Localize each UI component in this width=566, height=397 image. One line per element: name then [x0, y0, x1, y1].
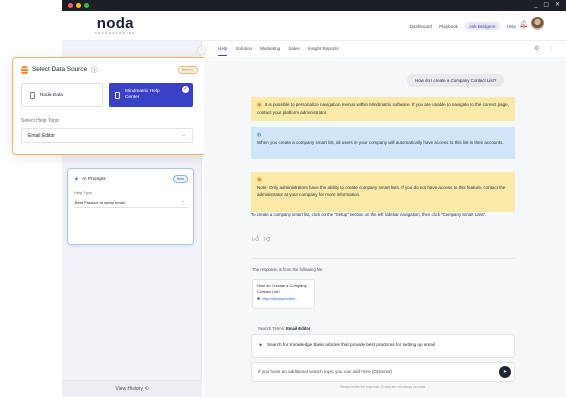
- help-type-label: Help Type: [74, 190, 92, 195]
- close-window-dot[interactable]: [68, 3, 73, 8]
- more-options-icon[interactable]: ⋮: [548, 45, 554, 52]
- database-icon: [21, 65, 28, 74]
- search-terms-label: Search Terms:: [258, 326, 285, 331]
- help-topic-value: Email Editor: [28, 133, 55, 139]
- help-type-value: Best Practice to setup email: [75, 200, 125, 205]
- data-source-option-noda[interactable]: Noda Data: [21, 83, 103, 107]
- prompt-box[interactable]: ✦ Search for Knowledge Base articles tha…: [251, 334, 515, 358]
- help-type-select[interactable]: Best Practice to setup email ⌄: [74, 197, 188, 208]
- sparkle-icon: ✦: [74, 176, 80, 183]
- user-question-bubble: How do I create a Company Contact List?: [407, 74, 505, 87]
- nav-ask-bridgeai[interactable]: Ask BridgeAI: [464, 22, 500, 30]
- disclaimer: Please review the response. AI data are …: [339, 385, 427, 389]
- help-topic-select[interactable]: Email Editor ⌄: [21, 128, 193, 143]
- option-label: Mindmatrix Help Center: [125, 89, 160, 100]
- search-terms-value: Email Editor: [286, 326, 311, 331]
- note-text: Note: Only administrators have the abili…: [257, 185, 506, 198]
- warning-note: ▣ It is possible to personalize navigatio…: [251, 97, 515, 121]
- document-icon: [115, 91, 120, 99]
- gear-icon[interactable]: ⚙: [534, 45, 539, 52]
- noda-logo[interactable]: noda TECHNOLOGIES: [95, 16, 136, 35]
- additional-topic-input[interactable]: If you have an additional search topic y…: [251, 362, 515, 382]
- check-icon: ✓: [182, 86, 189, 93]
- ai-prompts-title: AI Prompts: [82, 177, 106, 182]
- maximize-window-dot[interactable]: [84, 3, 89, 8]
- note-text: It is possible to personalize navigation…: [257, 102, 509, 115]
- chevron-down-icon: ⌄: [181, 132, 186, 138]
- view-history-button[interactable]: View History ⟲: [62, 380, 202, 397]
- top-navbar: noda TECHNOLOGIES Dashboard Playbook Ask…: [62, 11, 566, 41]
- help-topic-label: Select Help Topic: [21, 118, 60, 124]
- chevron-down-icon: ⌄: [181, 199, 185, 204]
- nav-dashboard[interactable]: Dashboard: [410, 24, 432, 29]
- source-url: https://helpdesk.mindm...: [262, 296, 298, 301]
- option-label: Noda Data: [40, 92, 63, 98]
- globe-icon: 🌐︎: [257, 296, 261, 302]
- window-controls[interactable]: _ □ ✕: [534, 1, 562, 8]
- warning-icon: ▣: [257, 102, 262, 108]
- notification-bell-icon[interactable]: 🔔︎: [519, 20, 528, 28]
- minimize-window-dot[interactable]: [76, 3, 81, 8]
- window-titlebar: _ □ ✕: [62, 0, 566, 11]
- tab-sales[interactable]: Sales: [288, 46, 300, 56]
- source-card[interactable]: How do I create a Company Contact List? …: [252, 279, 315, 309]
- nav-playbook[interactable]: Playbook: [439, 24, 458, 29]
- prompt-text: Search for Knowledge Base articles that …: [267, 342, 435, 347]
- user-avatar[interactable]: [531, 17, 544, 30]
- divider: [251, 258, 515, 259]
- top-nav-links: Dashboard Playbook Ask BridgeAI Help: [410, 22, 524, 30]
- thumbs-down-icon[interactable]: 👎︎: [263, 234, 270, 243]
- popup-heading: Select Data Source ⓘ: [21, 65, 97, 74]
- source-label: The response is from the following file:: [252, 267, 324, 272]
- history-icon: ⟲: [144, 386, 149, 392]
- warning-icon: ▣: [257, 177, 262, 183]
- sparkle-icon: ✦: [258, 342, 264, 349]
- input-placeholder: If you have an additional search topic y…: [258, 369, 393, 374]
- tab-solution[interactable]: Solution: [235, 46, 252, 56]
- info-note: ◍ When you create a company smart list, …: [251, 127, 515, 159]
- ai-prompts-heading: ✦ AI Prompts: [74, 176, 106, 183]
- beta-badge: Beta 01: [177, 66, 198, 74]
- feedback-buttons: 👍︎ 👎︎: [252, 234, 270, 243]
- document-icon: [30, 91, 35, 99]
- logo-wordmark: noda: [96, 15, 134, 32]
- answer-text: To create a company smart list, click on…: [251, 212, 487, 217]
- view-history-label: View History: [115, 386, 144, 392]
- help-tabs: Help Solution Marketing Sales Insight Re…: [218, 46, 339, 56]
- source-title: How do I create a Company Contact List?: [257, 283, 307, 294]
- tab-marketing[interactable]: Marketing: [260, 46, 280, 56]
- data-source-option-mindmatrix[interactable]: Mindmatrix Help Center ✓: [109, 83, 193, 107]
- chevron-left-icon[interactable]: ‹: [197, 46, 206, 55]
- nav-help[interactable]: Help: [507, 24, 516, 29]
- beta-badge: Beta: [173, 175, 188, 183]
- thumbs-up-icon[interactable]: 👍︎: [252, 234, 259, 243]
- warning-note: ▣ Note: Only administrators have the abi…: [251, 172, 515, 212]
- tab-insight-reports[interactable]: Insight Reports: [308, 46, 339, 56]
- select-data-source-popup: Select Data Source ⓘ Beta 01 Noda Data M…: [12, 57, 208, 155]
- popup-title: Select Data Source: [32, 66, 88, 73]
- note-text: When you create a company smart list, al…: [257, 140, 504, 145]
- source-link[interactable]: 🌐︎ https://helpdesk.mindm...: [257, 296, 310, 301]
- traffic-lights: [68, 3, 89, 8]
- logo-subtitle: TECHNOLOGIES: [95, 31, 136, 35]
- tab-help[interactable]: Help: [218, 46, 228, 56]
- info-icon[interactable]: ⓘ: [91, 65, 97, 74]
- search-terms: Search Terms: Email Editor: [258, 326, 311, 331]
- info-circle-icon: ◍: [257, 132, 262, 138]
- send-icon[interactable]: ➤: [499, 366, 511, 378]
- ai-prompts-card: ✦ AI Prompts Beta Help Type Best Practic…: [67, 168, 194, 245]
